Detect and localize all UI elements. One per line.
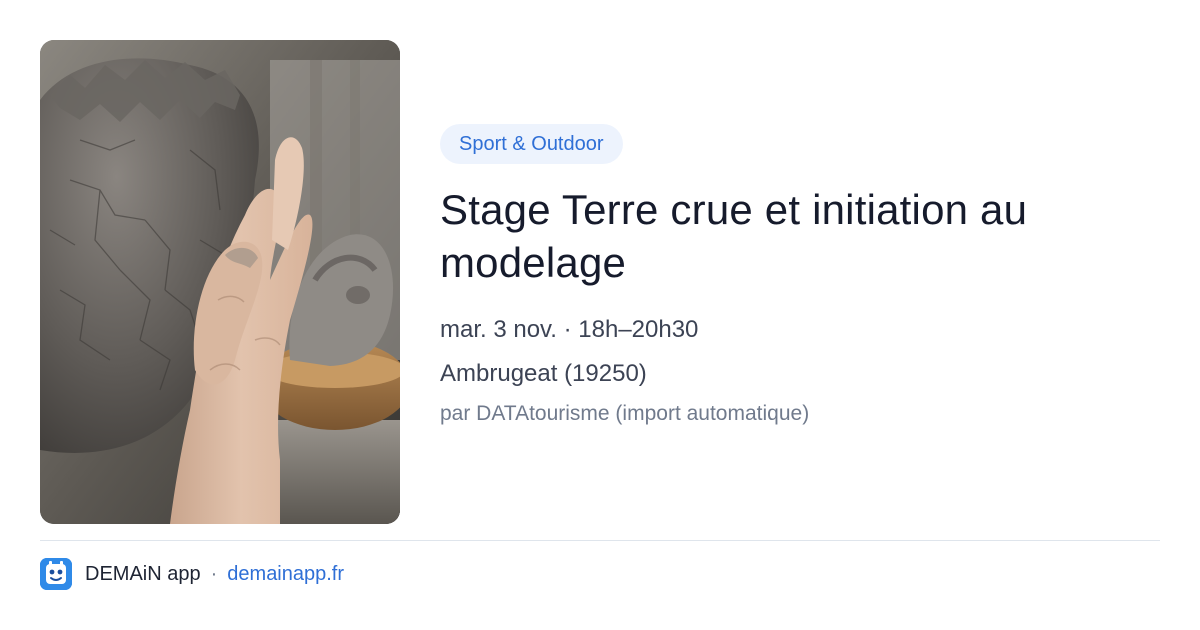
event-title: Stage Terre crue et initiation au modela… [440,186,1028,286]
footer: DEMAiN app · demainapp.fr [40,558,344,590]
app-domain-link[interactable]: demainapp.fr [227,563,344,586]
event-datetime: mar. 3 nov. · 18h–20h30 [440,316,699,343]
footer-separator: · [210,562,218,585]
footer-divider [40,540,1160,541]
category-badge[interactable]: Sport & Outdoor [440,124,623,164]
clay-hand-illustration [40,40,400,524]
event-details: Sport & Outdoor Stage Terre crue et init… [440,124,1140,428]
app-name: DEMAiN app [85,562,201,585]
event-source: par DATAtourisme (import automatique) [440,402,810,425]
demain-app-logo-icon [40,558,72,590]
event-location: Ambrugeat (19250) [440,360,647,387]
event-photo [40,40,400,524]
